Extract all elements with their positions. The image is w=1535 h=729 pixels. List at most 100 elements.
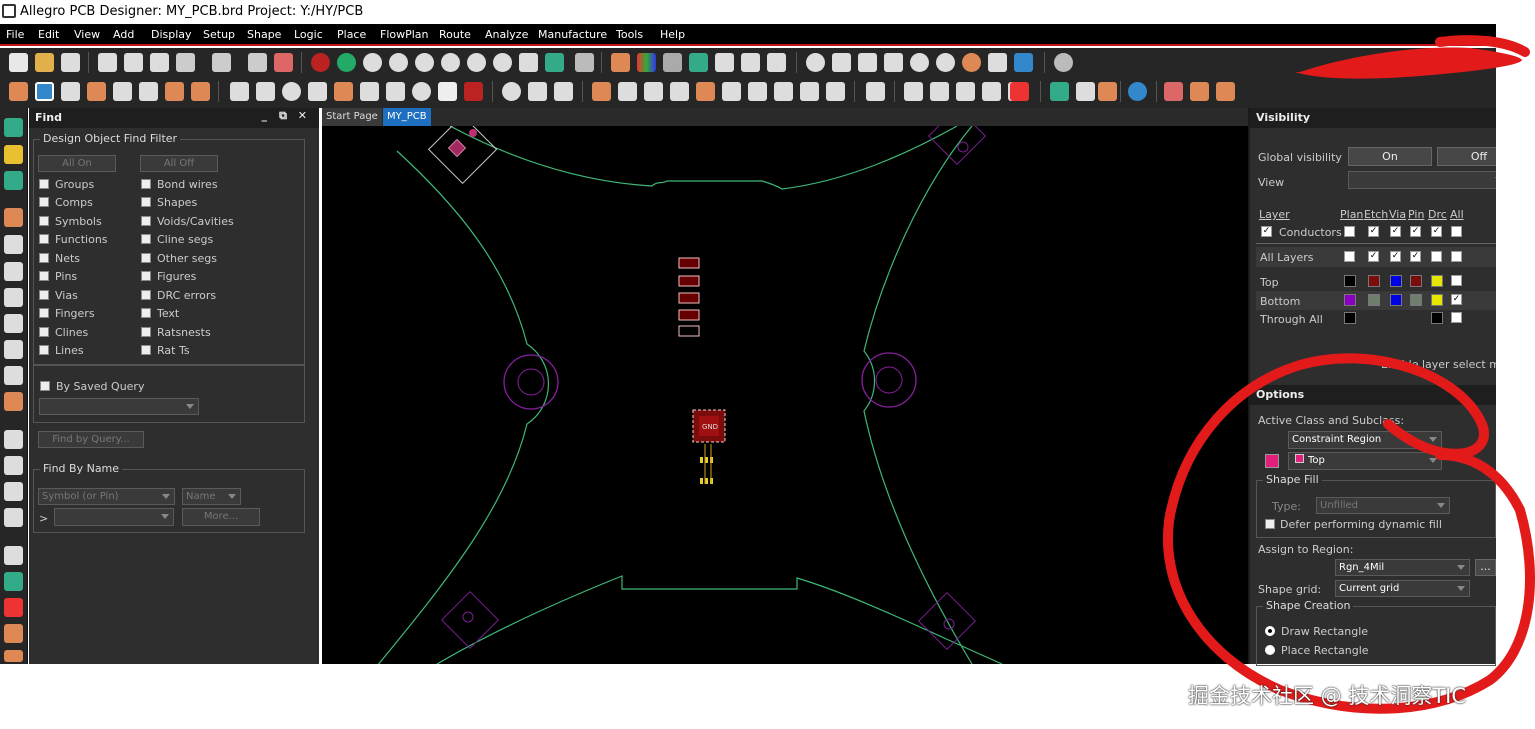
top-via-swatch[interactable] (1390, 275, 1402, 287)
tool-6-icon[interactable] (4, 262, 23, 281)
view-dropdown[interactable] (1348, 171, 1508, 189)
float-icon[interactable]: ⧉ (279, 109, 287, 123)
general-edit-icon[interactable] (35, 82, 54, 101)
save-icon[interactable] (61, 53, 80, 72)
enable-layer-select-label[interactable]: Enable layer select mod (1381, 358, 1514, 371)
zoom-prev-icon[interactable] (467, 53, 486, 72)
tip-icon[interactable] (1098, 82, 1117, 101)
stackup-icon[interactable] (9, 82, 28, 101)
tool-13-icon[interactable] (4, 456, 23, 475)
assign-icon[interactable] (722, 82, 741, 101)
unpin-icon[interactable] (274, 53, 293, 72)
shape-grid-dropdown[interactable]: Current grid (1335, 580, 1470, 597)
menu-add[interactable]: Add (113, 28, 134, 41)
tool-4-icon[interactable] (4, 208, 23, 227)
tab-my-pcb[interactable]: MY_PCB (383, 108, 431, 126)
bottom-etch-swatch[interactable] (1368, 294, 1380, 306)
visibility-eye-icon[interactable] (806, 53, 825, 72)
menu-shape[interactable]: Shape (247, 28, 281, 41)
delete-icon[interactable] (150, 53, 169, 72)
sheet-icon[interactable] (741, 53, 760, 72)
all-layers-etch-checkbox[interactable]: ✓ (1368, 251, 1379, 262)
tool-9-icon[interactable] (4, 340, 23, 359)
align-icon[interactable] (774, 82, 793, 101)
pin-icon[interactable] (248, 53, 267, 72)
top-plan-swatch[interactable] (1344, 275, 1356, 287)
tool-7-icon[interactable] (4, 288, 23, 307)
menu-file[interactable]: File (6, 28, 24, 41)
top-etch-swatch[interactable] (1368, 275, 1380, 287)
open-folder-icon[interactable] (35, 53, 54, 72)
select-shape-icon[interactable] (308, 82, 327, 101)
all-layers-all-checkbox[interactable] (1451, 251, 1462, 262)
bottom-via-swatch[interactable] (1390, 294, 1402, 306)
minimize-icon[interactable]: _ (262, 109, 268, 122)
filter-pins-checkbox[interactable] (39, 271, 49, 281)
place-rect-radio[interactable] (1265, 645, 1275, 655)
tool-5-icon[interactable] (4, 235, 23, 254)
spread-icon[interactable] (748, 82, 767, 101)
menu-view[interactable]: View (74, 28, 100, 41)
conductors-via-checkbox[interactable]: ✓ (1390, 226, 1401, 237)
stack-icon[interactable] (689, 53, 708, 72)
filter-clines-checkbox[interactable] (39, 327, 49, 337)
tab-start-page[interactable]: Start Page (322, 108, 382, 126)
unplace-icon[interactable] (644, 82, 663, 101)
color-icon[interactable] (637, 53, 656, 72)
add-rect-icon[interactable] (256, 82, 275, 101)
measure-icon[interactable] (858, 53, 877, 72)
tool-3-icon[interactable] (4, 171, 23, 190)
saved-query-checkbox[interactable] (40, 381, 50, 391)
filter-symbols-checkbox[interactable] (39, 216, 49, 226)
highlight-icon[interactable] (910, 53, 929, 72)
through-all-checkbox[interactable] (1451, 312, 1462, 323)
conductors-etch-checkbox[interactable]: ✓ (1368, 226, 1379, 237)
mfg-edit-icon[interactable] (165, 82, 184, 101)
redraw-icon[interactable] (519, 53, 538, 72)
merge-icon[interactable] (438, 82, 457, 101)
share-icon[interactable] (1054, 53, 1073, 72)
move-icon[interactable] (98, 53, 117, 72)
void-icon[interactable] (334, 82, 353, 101)
camera-icon[interactable] (670, 82, 689, 101)
new-file-icon[interactable] (9, 53, 28, 72)
array-icon[interactable] (800, 82, 819, 101)
conductors-pin-checkbox[interactable]: ✓ (1410, 226, 1421, 237)
saved-query-dropdown[interactable] (39, 398, 199, 415)
circle-icon[interactable] (412, 82, 431, 101)
check-3-icon[interactable] (956, 82, 975, 101)
defer-fill-checkbox[interactable] (1265, 519, 1275, 529)
tool-17-icon[interactable] (4, 572, 23, 591)
dimension-icon[interactable] (528, 82, 547, 101)
design-canvas[interactable]: GND (322, 107, 1248, 667)
text-icon[interactable] (4, 482, 23, 501)
zoom-fit-icon[interactable] (363, 53, 382, 72)
filter-bond-wires-checkbox[interactable] (141, 179, 151, 189)
tool-10-icon[interactable] (4, 366, 23, 385)
add-net-icon[interactable] (1164, 82, 1183, 101)
tool-12-icon[interactable] (4, 430, 23, 449)
component-place-icon[interactable] (592, 82, 611, 101)
tool-8-icon[interactable] (4, 314, 23, 333)
tool-1-icon[interactable] (4, 118, 23, 137)
region-dropdown[interactable]: Rgn_4Mil (1335, 559, 1470, 576)
help-icon[interactable] (1128, 82, 1147, 101)
conductors-all-checkbox[interactable] (1451, 226, 1462, 237)
close-icon[interactable]: ✕ (298, 109, 307, 122)
through-plan-swatch[interactable] (1344, 312, 1356, 324)
filter-nets-checkbox[interactable] (39, 253, 49, 263)
placement-edit-icon[interactable] (87, 82, 106, 101)
all-layers-plan-checkbox[interactable] (1344, 251, 1355, 262)
assign-color-icon[interactable] (962, 53, 981, 72)
menu-help[interactable]: Help (660, 28, 685, 41)
filter-text-checkbox[interactable] (141, 308, 151, 318)
tool-20-icon[interactable] (4, 650, 23, 662)
all-on-button[interactable]: All On (38, 155, 116, 172)
menu-analyze[interactable]: Analyze (485, 28, 528, 41)
conductors-plan-checkbox[interactable] (1344, 226, 1355, 237)
filter-voids-checkbox[interactable] (141, 216, 151, 226)
zoom-window-icon[interactable] (389, 53, 408, 72)
top-all-checkbox[interactable] (1451, 275, 1462, 286)
through-drc-swatch[interactable] (1431, 312, 1443, 324)
filter-comps-checkbox[interactable] (39, 197, 49, 207)
